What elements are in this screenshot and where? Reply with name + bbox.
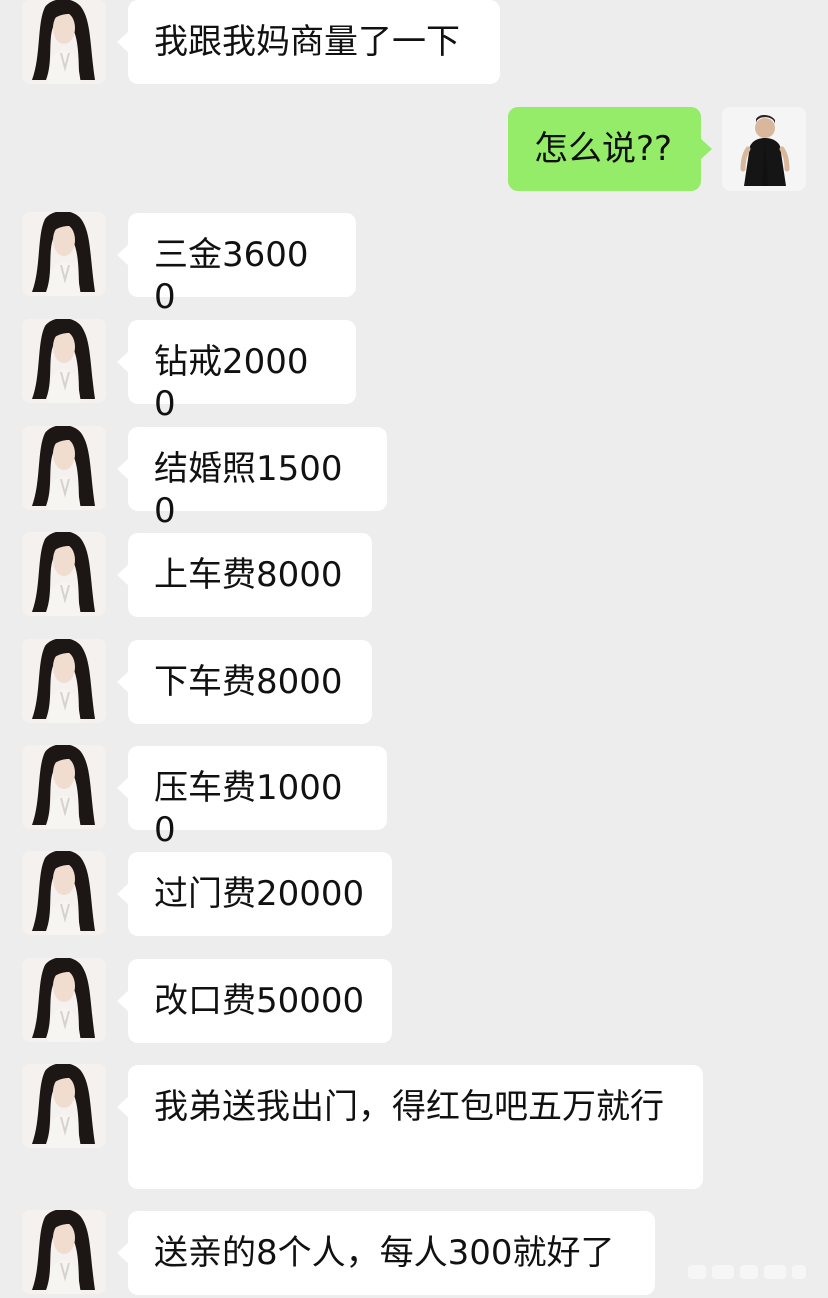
message-bubble-incoming[interactable]: 下车费8000: [117, 640, 372, 724]
message-bubble-outgoing[interactable]: 怎么说??: [508, 107, 712, 191]
contact-avatar[interactable]: [22, 532, 106, 616]
contact-avatar[interactable]: [22, 639, 106, 723]
contact-avatar[interactable]: [22, 851, 106, 935]
message-row: 我跟我妈商量了一下: [0, 0, 828, 88]
contact-avatar[interactable]: [22, 212, 106, 296]
message-bubble-incoming[interactable]: 结婚照15000: [117, 427, 387, 531]
message-bubble-incoming[interactable]: 我跟我妈商量了一下: [117, 0, 500, 84]
message-row: 下车费8000: [0, 639, 828, 725]
woman-portrait-icon: [22, 1210, 106, 1294]
contact-avatar[interactable]: [22, 1064, 106, 1148]
message-row: 怎么说??: [0, 107, 828, 193]
message-row: 三金36000: [0, 212, 828, 317]
woman-portrait-icon: [22, 958, 106, 1042]
message-bubble-incoming[interactable]: 三金36000: [117, 213, 356, 317]
message-row: 结婚照15000: [0, 426, 828, 531]
woman-portrait-icon: [22, 1064, 106, 1148]
contact-avatar[interactable]: [22, 958, 106, 1042]
message-row: 我弟送我出门，得红包吧五万就行: [0, 1064, 828, 1190]
woman-portrait-icon: [22, 0, 106, 84]
message-row: 过门费20000: [0, 851, 828, 937]
chat-thread[interactable]: 我跟我妈商量了一下 怎么说?? 三金36000 钻戒20000 结婚照15000…: [0, 0, 828, 1298]
message-row: 钻戒20000: [0, 319, 828, 424]
message-row: 改口费50000: [0, 958, 828, 1044]
message-bubble-incoming[interactable]: 我弟送我出门，得红包吧五万就行: [117, 1065, 703, 1189]
woman-portrait-icon: [22, 851, 106, 935]
woman-portrait-icon: [22, 426, 106, 510]
contact-avatar[interactable]: [22, 426, 106, 510]
message-row: 送亲的8个人，每人300就好了: [0, 1210, 828, 1298]
message-bubble-incoming[interactable]: 上车费8000: [117, 533, 372, 617]
message-bubble-incoming[interactable]: 压车费10000: [117, 746, 387, 850]
woman-portrait-icon: [22, 745, 106, 829]
my-avatar[interactable]: [722, 107, 806, 191]
contact-avatar[interactable]: [22, 0, 106, 84]
message-row: 压车费10000: [0, 745, 828, 850]
message-bubble-incoming[interactable]: 钻戒20000: [117, 320, 356, 424]
woman-portrait-icon: [22, 639, 106, 723]
contact-avatar[interactable]: [22, 1210, 106, 1294]
watermark-mark: [688, 1265, 806, 1279]
woman-portrait-icon: [22, 532, 106, 616]
woman-portrait-icon: [22, 319, 106, 403]
message-bubble-incoming[interactable]: 改口费50000: [117, 959, 392, 1043]
man-portrait-icon: [722, 107, 806, 191]
contact-avatar[interactable]: [22, 745, 106, 829]
message-bubble-incoming[interactable]: 过门费20000: [117, 852, 392, 936]
message-row: 上车费8000: [0, 532, 828, 618]
woman-portrait-icon: [22, 212, 106, 296]
message-bubble-incoming[interactable]: 送亲的8个人，每人300就好了: [117, 1211, 655, 1295]
contact-avatar[interactable]: [22, 319, 106, 403]
